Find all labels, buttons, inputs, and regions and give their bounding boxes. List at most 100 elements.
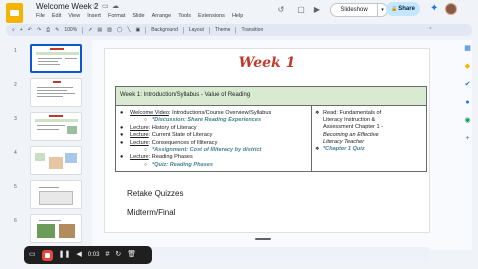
layout-button[interactable]: Layout xyxy=(189,27,204,33)
pause-icon[interactable]: ❚❚ xyxy=(59,250,71,260)
tasks-icon[interactable]: ✔ xyxy=(463,80,472,89)
history-icon[interactable]: ↺ xyxy=(276,5,286,15)
retake-quizzes-text[interactable]: Retake Quizzes xyxy=(127,189,183,198)
shape-icon[interactable]: ◯ xyxy=(117,27,123,33)
image-icon[interactable]: ▨ xyxy=(107,27,112,33)
menu-format[interactable]: Format xyxy=(108,13,125,19)
recording-time: 0:03 xyxy=(87,252,100,258)
slides-logo-icon[interactable] xyxy=(6,3,23,23)
slides-app: Welcome Week 2 ☆ ▭ ☁ File Edit View Inse… xyxy=(0,0,478,269)
menu-extensions[interactable]: Extensions xyxy=(198,13,225,19)
list-item-continuation: Assessment Chapter 1 - xyxy=(323,124,384,131)
toolbar-divider xyxy=(82,26,84,34)
menu-arrange[interactable]: Arrange xyxy=(152,13,172,19)
menu-help[interactable]: Help xyxy=(232,13,243,19)
slide-thumbnail[interactable] xyxy=(30,112,82,141)
contacts-icon[interactable]: ● xyxy=(463,98,472,107)
slide-thumbnail[interactable] xyxy=(30,146,82,175)
notes-resize-handle[interactable] xyxy=(255,238,271,240)
recording-controls: ▭ ❚❚ ◀ 0:03 # ↻ 🗑 xyxy=(24,246,152,264)
restart-icon[interactable]: ↻ xyxy=(115,250,121,260)
maps-icon[interactable]: ◉ xyxy=(463,116,472,125)
video-call-icon[interactable]: ▶ xyxy=(312,5,322,15)
slide-number: 1 xyxy=(14,48,17,54)
slide-title[interactable]: Week 1 xyxy=(105,55,429,71)
toolbar: ⌕ + ↶ ↷ ⎙ ✎ 100% ➚ ▤ ▨ ◯ ╲ ▣ Background … xyxy=(6,24,472,36)
line-icon[interactable]: ╲ xyxy=(127,27,130,33)
share-button[interactable]: 🔒Share xyxy=(386,2,420,16)
search-menus-icon[interactable]: ⌕ xyxy=(12,27,15,33)
slide[interactable]: Week 1 Week 1: Introduction/Syllabus - V… xyxy=(104,48,430,233)
calendar-icon[interactable]: ▦ xyxy=(463,44,472,53)
paint-format-icon[interactable]: ✎ xyxy=(55,27,59,33)
volume-icon[interactable]: ◀ xyxy=(76,250,81,260)
title-bar: Welcome Week 2 ☆ ▭ ☁ File Edit View Inse… xyxy=(0,0,478,24)
select-icon[interactable]: ➚ xyxy=(88,27,92,33)
camera-icon[interactable]: ▭ xyxy=(29,250,36,260)
list-item: ○ *Quiz: Reading Phases xyxy=(144,161,213,168)
filmstrip-item[interactable]: 2 xyxy=(14,78,84,107)
avatar[interactable] xyxy=(445,3,457,15)
slide-thumbnail[interactable] xyxy=(30,78,82,107)
filmstrip-item[interactable]: 3 xyxy=(14,112,84,141)
menu-insert[interactable]: Insert xyxy=(87,13,101,19)
filmstrip-item[interactable]: 1 xyxy=(14,44,84,73)
list-item: ● Welcome Video: Introductions/Course Ove… xyxy=(120,110,272,116)
zoom-select[interactable]: 100% xyxy=(64,27,77,33)
new-slide-icon[interactable]: + xyxy=(20,27,23,33)
slide-thumbnail[interactable] xyxy=(30,214,82,243)
cloud-status-icon[interactable]: ☁ xyxy=(112,2,119,10)
share-label: Share xyxy=(398,6,415,12)
menu-view[interactable]: View xyxy=(68,13,80,19)
move-folder-icon[interactable]: ▭ xyxy=(102,2,109,10)
list-item: ● Lecture: Current State of Literacy xyxy=(120,132,213,139)
keep-icon[interactable]: ◆ xyxy=(463,62,472,71)
print-icon[interactable]: ⎙ xyxy=(46,27,50,33)
filmstrip-item[interactable]: 5 xyxy=(14,180,84,209)
document-title[interactable]: Welcome Week 2 xyxy=(36,2,98,11)
comment-icon[interactable]: ▢ xyxy=(296,5,306,15)
slide-number: 4 xyxy=(14,150,17,156)
add-addon-icon[interactable]: + xyxy=(463,134,472,143)
activities-cell[interactable]: ● Welcome Video: Introductions/Course Ove… xyxy=(116,106,312,171)
slideshow-button[interactable]: Slideshow xyxy=(330,3,378,17)
list-item-continuation: Becoming an Effective xyxy=(323,131,379,138)
grid-icon[interactable]: # xyxy=(105,250,109,260)
list-item-continuation: Literacy Teacher xyxy=(323,138,365,145)
list-item: ❖ Read: Fundamentals of xyxy=(315,110,382,116)
content-table: ● Welcome Video: Introductions/Course Ove… xyxy=(115,106,427,172)
midterm-final-text[interactable]: Midterm/Final xyxy=(127,208,175,217)
slide-number: 2 xyxy=(14,82,17,88)
theme-button[interactable]: Theme xyxy=(215,27,231,33)
undo-icon[interactable]: ↶ xyxy=(28,27,32,33)
transition-button[interactable]: Transition xyxy=(241,27,263,33)
toolbar-divider xyxy=(208,26,210,34)
slide-number: 5 xyxy=(14,184,17,190)
list-item-continuation: Literacy Instruction & xyxy=(323,117,376,124)
week-header-cell[interactable]: Week 1: Introduction/Syllabus - Value of… xyxy=(115,86,427,106)
menu-edit[interactable]: Edit xyxy=(52,13,61,19)
text-box-icon[interactable]: ▤ xyxy=(97,27,102,33)
redo-icon[interactable]: ↷ xyxy=(37,27,41,33)
filmstrip-item[interactable]: 4 xyxy=(14,146,84,175)
slide-thumbnail[interactable] xyxy=(30,180,82,209)
list-item: ● Lecture: Consequences of Illiteracy xyxy=(120,139,218,146)
list-item: ❖ *Chapter 1 Quiz xyxy=(315,146,365,153)
toolbar-divider xyxy=(235,26,237,34)
delete-icon[interactable]: 🗑 xyxy=(127,250,136,260)
collapse-toolbar-icon[interactable]: ⌃ xyxy=(428,27,432,33)
readings-cell[interactable]: ❖ Read: Fundamentals of Literacy Instruct… xyxy=(313,106,427,171)
menu-slide[interactable]: Slide xyxy=(132,13,144,19)
list-item: ○ *Discussion: Share Reading Experiences xyxy=(144,117,262,124)
slide-thumbnail[interactable] xyxy=(30,44,82,73)
star-icon[interactable]: ☆ xyxy=(92,2,98,10)
stop-recording-button[interactable] xyxy=(41,249,53,261)
menu-bar: File Edit View Insert Format Slide Arran… xyxy=(36,13,243,19)
menu-tools[interactable]: Tools xyxy=(178,13,191,19)
slide-number: 3 xyxy=(14,116,17,122)
gemini-sparkle-icon[interactable]: ✦ xyxy=(430,4,438,14)
menu-file[interactable]: File xyxy=(36,13,45,19)
background-button[interactable]: Background xyxy=(151,27,178,33)
filmstrip-item[interactable]: 6 xyxy=(14,214,84,243)
comment-add-icon[interactable]: ▣ xyxy=(135,27,140,33)
